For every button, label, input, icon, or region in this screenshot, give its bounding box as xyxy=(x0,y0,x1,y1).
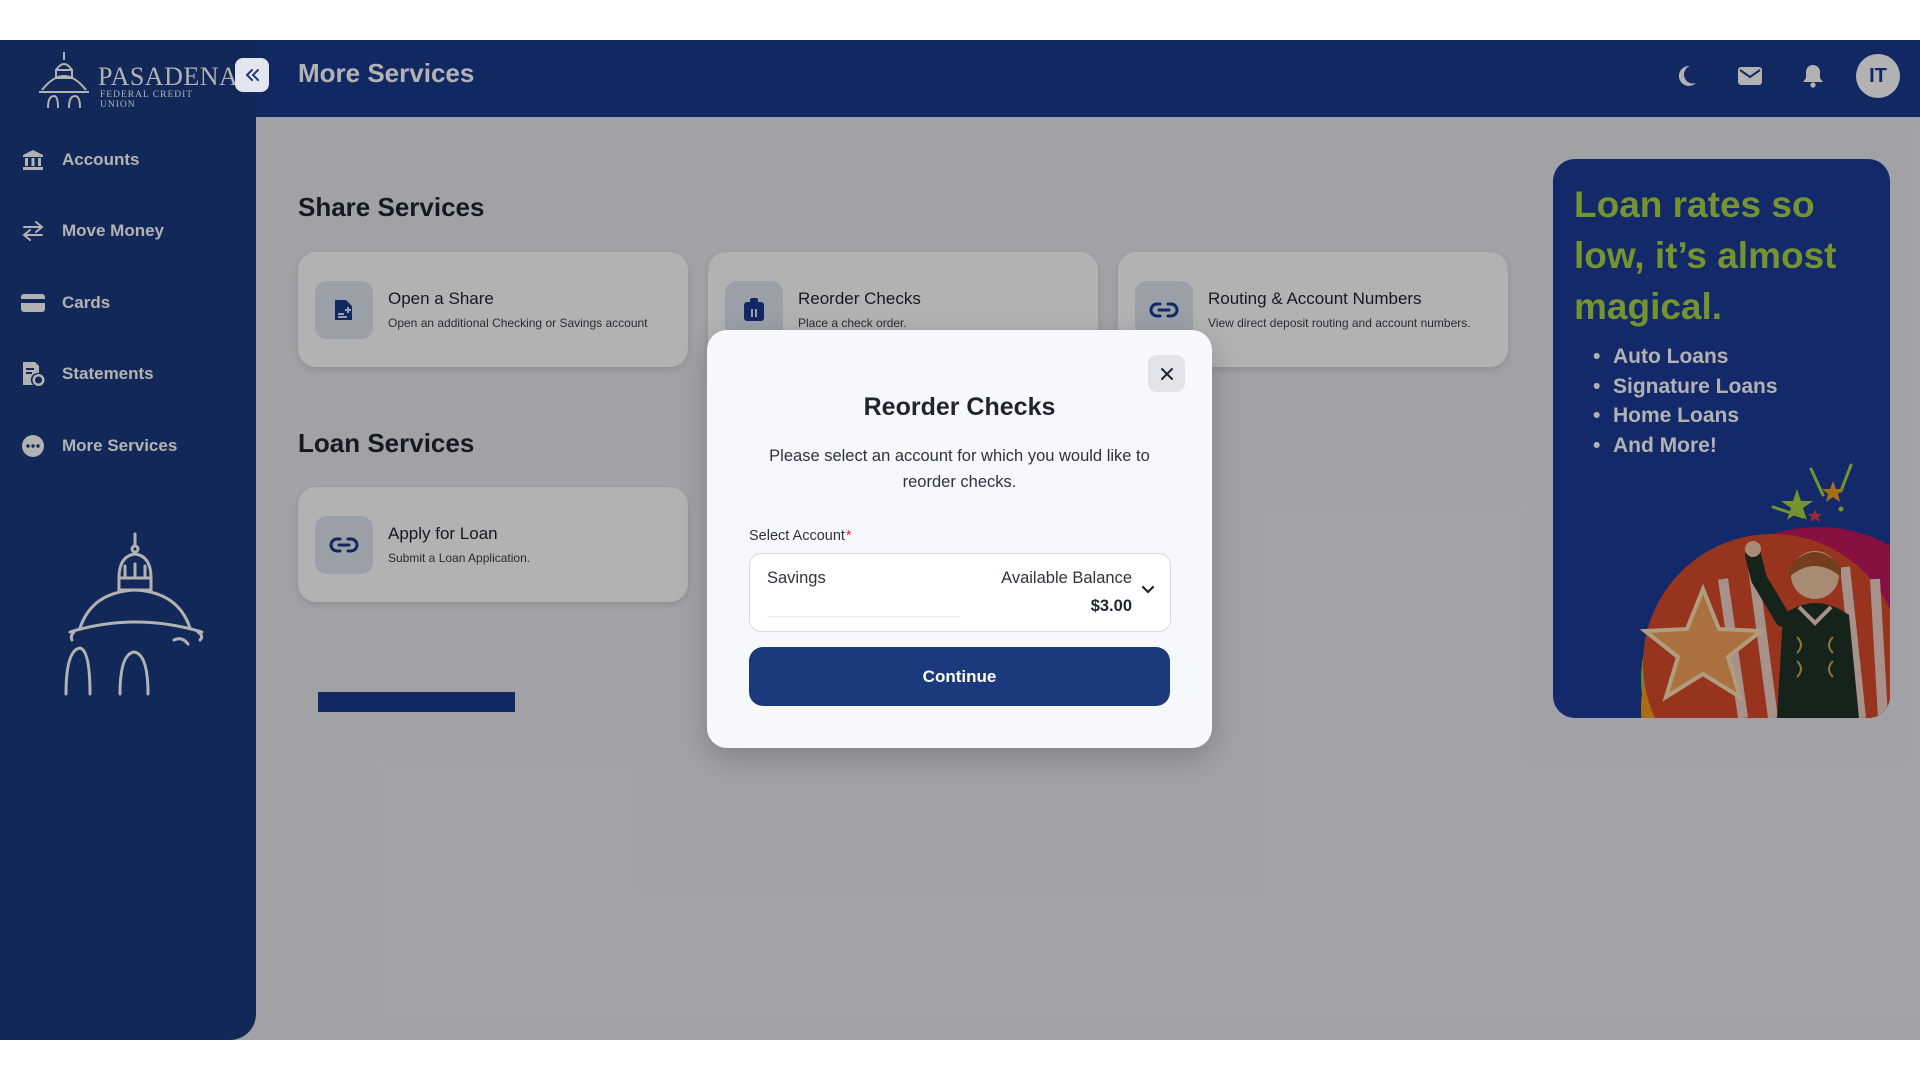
close-icon[interactable] xyxy=(1148,355,1185,392)
field-label-text: Select Account xyxy=(749,528,845,544)
continue-button[interactable]: Continue xyxy=(749,647,1170,706)
collapse-sidebar-button[interactable] xyxy=(235,58,269,92)
required-mark: * xyxy=(845,528,852,544)
select-account-label: Select Account* xyxy=(749,528,852,544)
selected-account-name: Savings xyxy=(767,569,826,587)
chevron-down-icon xyxy=(1141,585,1155,594)
modal-title: Reorder Checks xyxy=(863,393,1056,421)
modal-description: Please select an account for which you w… xyxy=(769,447,1150,491)
account-select[interactable]: Savings Available Balance $3.00 xyxy=(749,553,1171,632)
double-chevron-left-icon xyxy=(245,69,259,81)
available-balance-label: Available Balance xyxy=(1001,569,1132,587)
available-balance-value: $3.00 xyxy=(1090,597,1132,615)
reorder-checks-modal: Reorder Checks Please select an account … xyxy=(707,330,1212,748)
app-window: PASADENA FEDERAL CREDIT UNION Accounts M… xyxy=(0,40,1920,1040)
account-number-mask xyxy=(767,588,960,617)
